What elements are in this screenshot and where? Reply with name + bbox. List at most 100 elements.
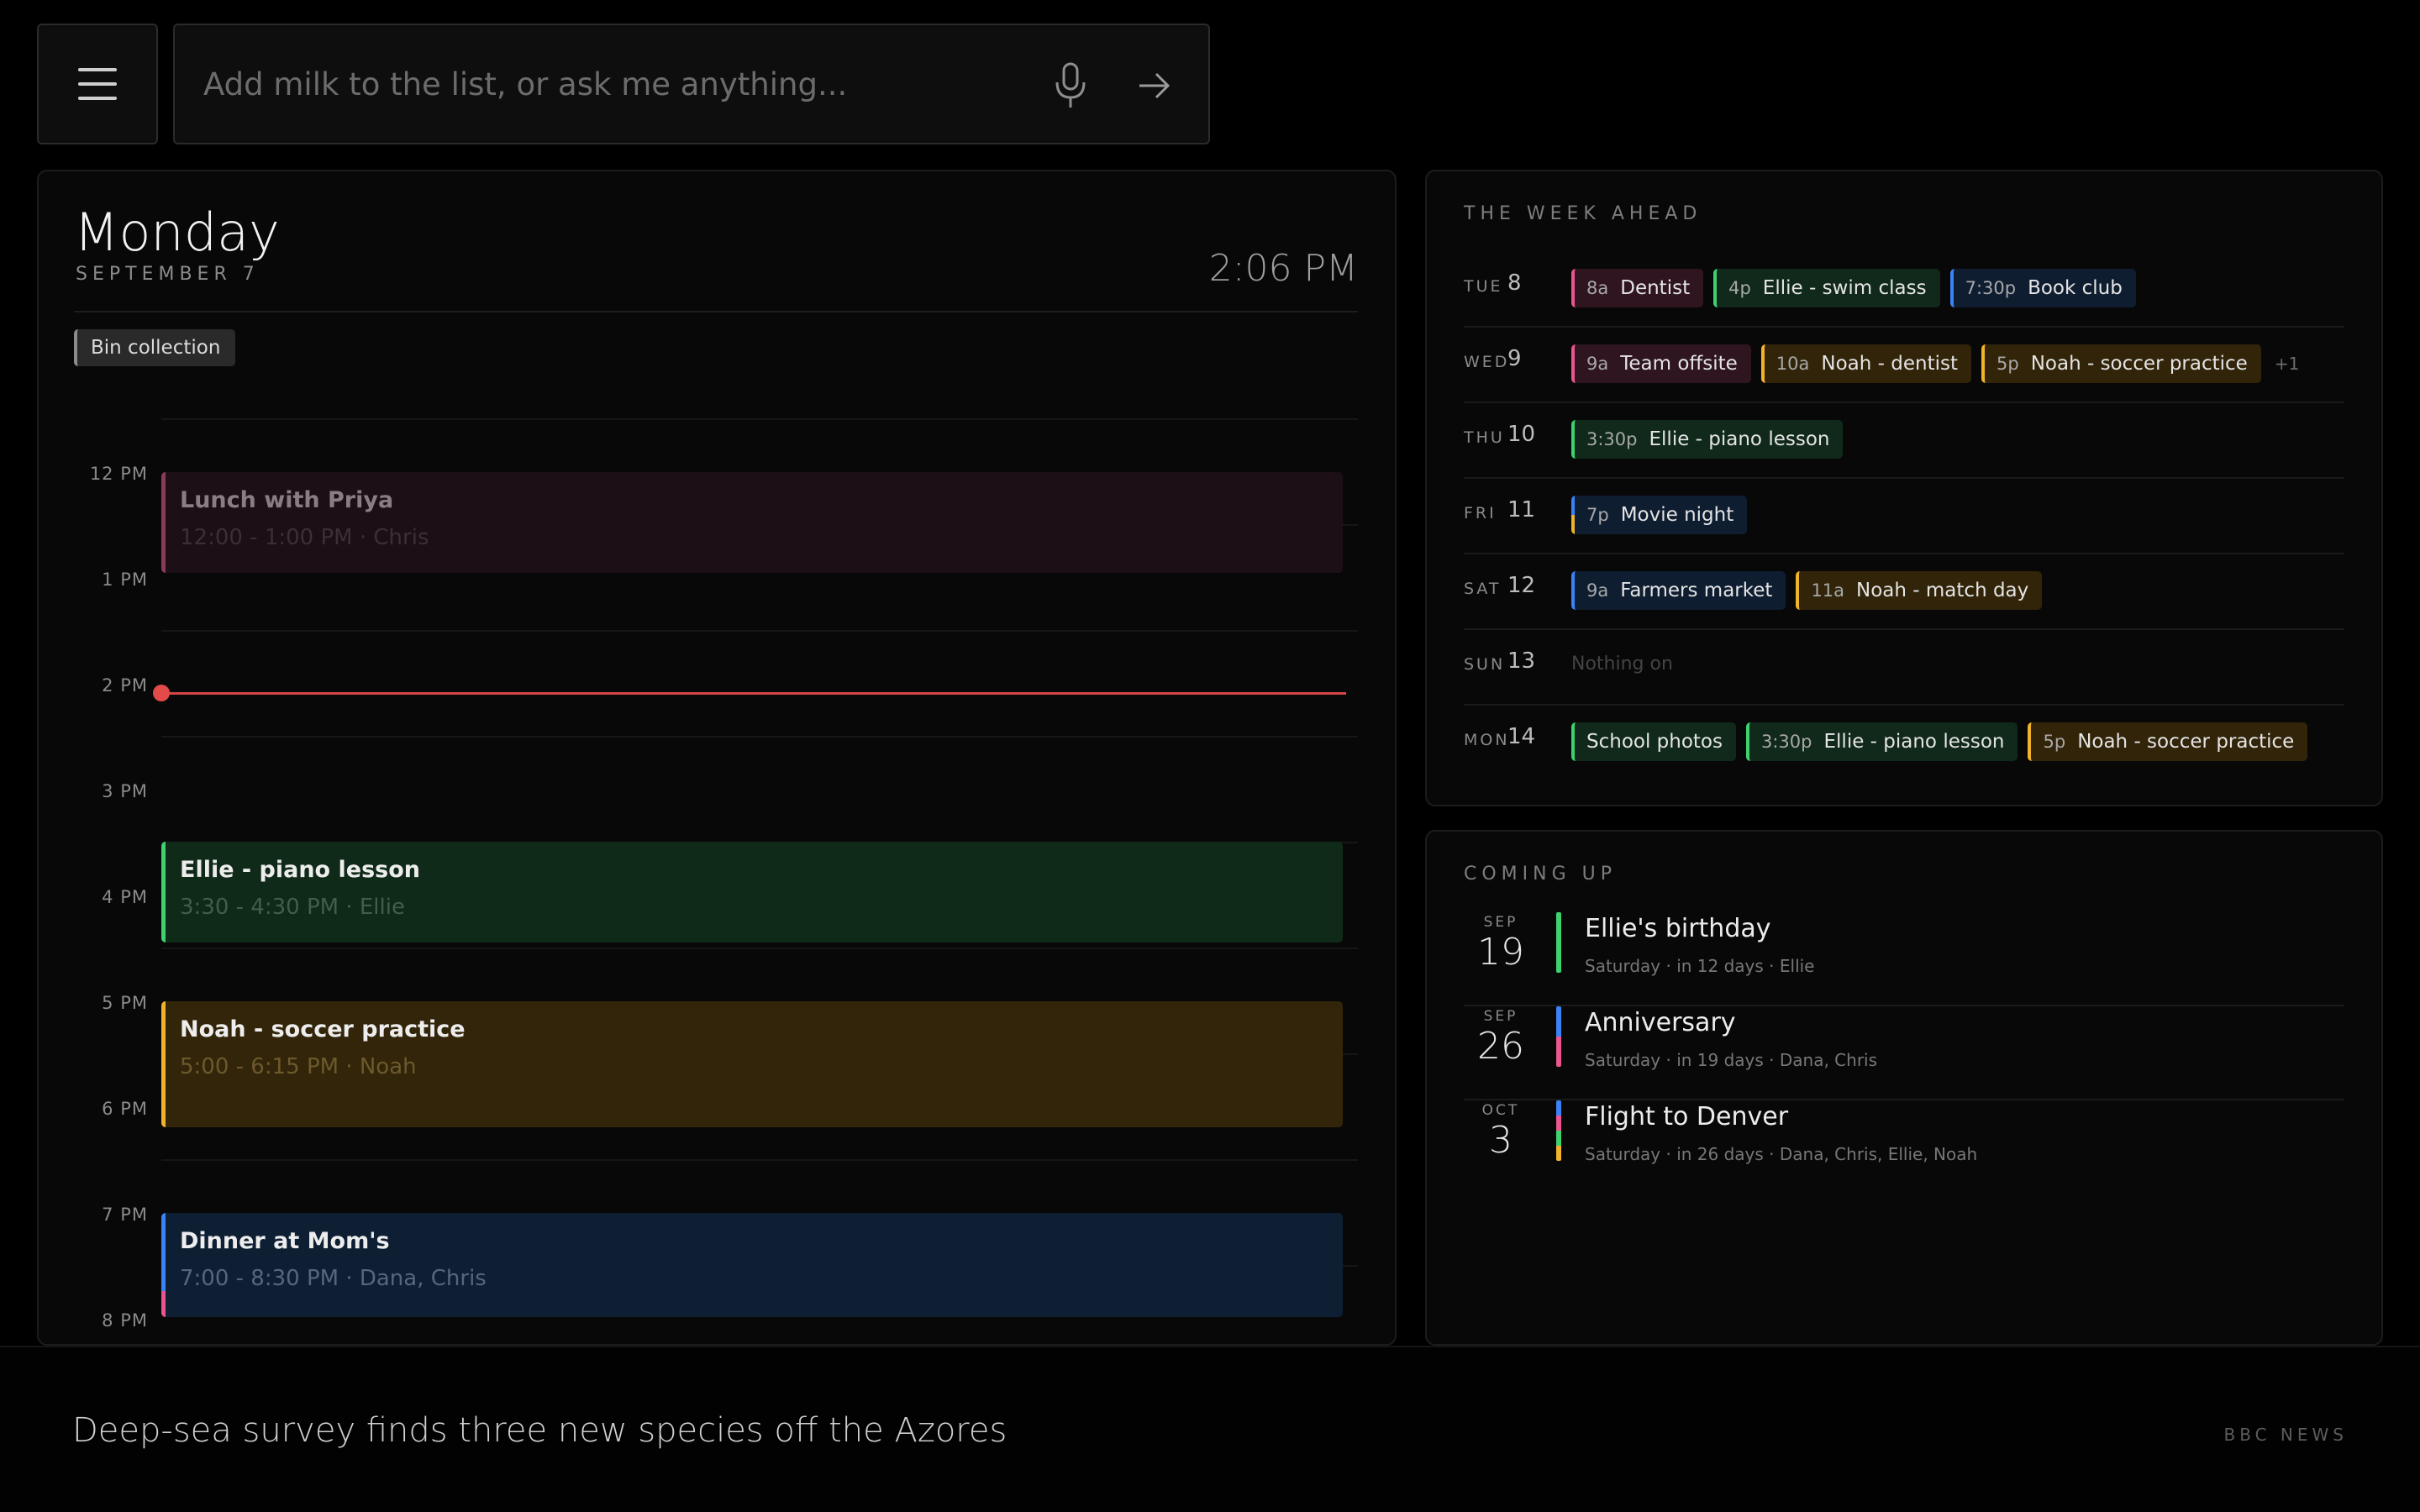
event-title: Dinner at Mom's xyxy=(180,1228,390,1254)
event-time: 4p xyxy=(1728,278,1751,298)
event-title: Noah - soccer practice xyxy=(180,1016,466,1042)
empty-day-text: Nothing on xyxy=(1571,654,1673,675)
event-color-bar xyxy=(161,842,166,942)
week-event-chip[interactable]: 8a Dentist xyxy=(1571,269,1704,307)
news-ticker: Deep-sea survey finds three new species … xyxy=(0,1346,2420,1512)
event-noah-soccer-practice[interactable]: Noah - soccer practice 5:00 - 6:15 PM · … xyxy=(161,1001,1343,1127)
week-event-chip[interactable]: 7:30p Book club xyxy=(1949,269,2136,307)
week-event-chip[interactable]: 5p Noah - soccer practice xyxy=(1981,344,2261,383)
week-day-events: 9a Team offsite 10a Noah - dentist 5p Noah - … xyxy=(1571,344,2299,383)
event-color-bar xyxy=(1556,912,1561,973)
event-time: 3:30p xyxy=(1586,429,1638,449)
event-month: SEP xyxy=(1483,1008,1518,1025)
upcoming-event[interactable]: SEP 26 Anniversary Saturday · in 19 days · … xyxy=(1464,1006,2344,1100)
week-event-chip[interactable]: 9a Farmers market xyxy=(1571,571,1786,610)
week-event-chip[interactable]: 10a Noah - dentist xyxy=(1760,344,1971,383)
event-title: Ellie - piano lesson xyxy=(180,857,420,883)
today-panel: Monday SEPTEMBER 7 2:06 PM Bin collectio… xyxy=(37,170,1397,1346)
week-day-events: School photos 3:30p Ellie - piano lesson 5p… xyxy=(1571,722,2308,761)
week-day-name: SAT xyxy=(1464,580,1502,598)
hour-label: 8 PM xyxy=(102,1310,148,1331)
week-day-name: TUE xyxy=(1464,277,1503,296)
hour-line xyxy=(161,418,1358,420)
week-event-chip[interactable]: 7p Movie night xyxy=(1571,496,1748,534)
event-label: Dentist xyxy=(1620,277,1691,299)
week-event-chip[interactable]: 3:30p Ellie - piano lesson xyxy=(1571,420,1844,459)
event-ellie-piano-lesson[interactable]: Ellie - piano lesson 3:30 - 4:30 PM · El… xyxy=(161,842,1343,942)
event-title: Lunch with Priya xyxy=(180,487,394,513)
current-time-line xyxy=(161,692,1346,695)
menu-button[interactable] xyxy=(37,24,158,144)
event-day: 19 xyxy=(1477,931,1524,974)
week-day-number: 14 xyxy=(1507,724,1536,749)
week-day-events: 8a Dentist 4p Ellie - swim class 7:30p Book c… xyxy=(1571,269,2136,307)
event-label: Book club xyxy=(2028,277,2123,299)
search-input[interactable] xyxy=(203,59,1027,109)
event-details: Saturday · in 19 days · Dana, Chris xyxy=(1585,1050,1878,1070)
event-label: Noah - soccer practice xyxy=(2030,353,2248,375)
assistant-search-bar xyxy=(173,24,1210,144)
hour-label: 4 PM xyxy=(102,887,148,907)
week-row-sun: SUN 13 Nothing on xyxy=(1464,630,2344,706)
event-time: 11a xyxy=(1811,580,1845,601)
week-day-number: 11 xyxy=(1507,497,1536,522)
week-event-chip[interactable]: 4p Ellie - swim class xyxy=(1713,269,1940,307)
event-time: 5p xyxy=(1996,354,2019,374)
week-day-events: 7p Movie night xyxy=(1571,496,1748,534)
event-month: SEP xyxy=(1483,914,1518,931)
event-color-bar xyxy=(161,1001,166,1127)
event-label: Team offsite xyxy=(1620,353,1738,375)
hour-label: 7 PM xyxy=(102,1205,148,1225)
news-headline[interactable]: Deep-sea survey finds three new species … xyxy=(72,1411,1007,1450)
hour-label: 1 PM xyxy=(102,570,148,590)
week-day-number: 12 xyxy=(1507,573,1536,598)
event-lunch-with-priya[interactable]: Lunch with Priya 12:00 - 1:00 PM · Chris xyxy=(161,472,1343,573)
event-title: Anniversary xyxy=(1585,1008,1736,1037)
event-color-bar xyxy=(161,1213,166,1317)
hour-label: 5 PM xyxy=(102,993,148,1013)
event-month: OCT xyxy=(1481,1102,1520,1119)
week-event-chip[interactable]: 5p Noah - soccer practice xyxy=(2028,722,2308,761)
week-day-events: 3:30p Ellie - piano lesson xyxy=(1571,420,1844,459)
week-row-mon: MON 14 School photos 3:30p Ellie - piano les… xyxy=(1464,706,2344,781)
event-label: School photos xyxy=(1586,731,1723,753)
event-label: Movie night xyxy=(1620,504,1734,526)
microphone-icon[interactable] xyxy=(1045,59,1096,113)
dashboard: Monday SEPTEMBER 7 2:06 PM Bin collectio… xyxy=(0,0,2420,1512)
arrow-right-icon[interactable] xyxy=(1129,60,1180,111)
event-time: 8a xyxy=(1586,278,1609,298)
hour-label: 12 PM xyxy=(89,464,148,484)
upcoming-event[interactable]: OCT 3 Flight to Denver Saturday · in 26 day… xyxy=(1464,1100,2344,1194)
week-day-name: FRI xyxy=(1464,504,1497,522)
event-dinner-at-moms[interactable]: Dinner at Mom's 7:00 - 8:30 PM · Dana, C… xyxy=(161,1213,1343,1317)
event-day: 26 xyxy=(1477,1025,1524,1068)
week-day-name: MON xyxy=(1464,731,1510,749)
week-row-tue: TUE 8 8a Dentist 4p Ellie - swim class 7:30p Bo… xyxy=(1464,252,2344,328)
event-time: 5p xyxy=(2043,732,2066,752)
event-time: 7:30p xyxy=(1965,278,2017,298)
event-color-bar xyxy=(1556,1100,1561,1161)
week-event-chip[interactable]: 9a Team offsite xyxy=(1571,344,1751,383)
event-color-bar xyxy=(1556,1006,1561,1067)
week-row-sat: SAT 12 9a Farmers market 11a Noah - match day xyxy=(1464,554,2344,630)
news-source: BBC NEWS xyxy=(2223,1425,2348,1445)
more-events-count[interactable]: +1 xyxy=(2275,354,2299,374)
week-day-name: SUN xyxy=(1464,655,1506,674)
week-day-name: WED xyxy=(1464,353,1510,371)
section-title: THE WEEK AHEAD xyxy=(1464,203,1702,224)
event-subtitle: 3:30 - 4:30 PM · Ellie xyxy=(180,895,405,920)
week-event-chip[interactable]: 3:30p Ellie - piano lesson xyxy=(1746,722,2018,761)
section-title: COMING UP xyxy=(1464,864,1618,885)
event-label: Noah - soccer practice xyxy=(2077,731,2295,753)
week-day-number: 8 xyxy=(1507,270,1522,296)
event-subtitle: 7:00 - 8:30 PM · Dana, Chris xyxy=(180,1266,487,1291)
current-time-dot xyxy=(153,685,170,701)
hour-line xyxy=(161,948,1358,949)
week-event-chip[interactable]: School photos xyxy=(1571,722,1736,761)
upcoming-event[interactable]: SEP 19 Ellie's birthday Saturday · in 12 da… xyxy=(1464,912,2344,1006)
event-label: Ellie - swim class xyxy=(1762,277,1927,299)
event-time: 9a xyxy=(1586,354,1609,374)
hamburger-icon xyxy=(78,68,117,71)
week-row-fri: FRI 11 7p Movie night xyxy=(1464,479,2344,554)
week-event-chip[interactable]: 11a Noah - match day xyxy=(1796,571,2043,610)
